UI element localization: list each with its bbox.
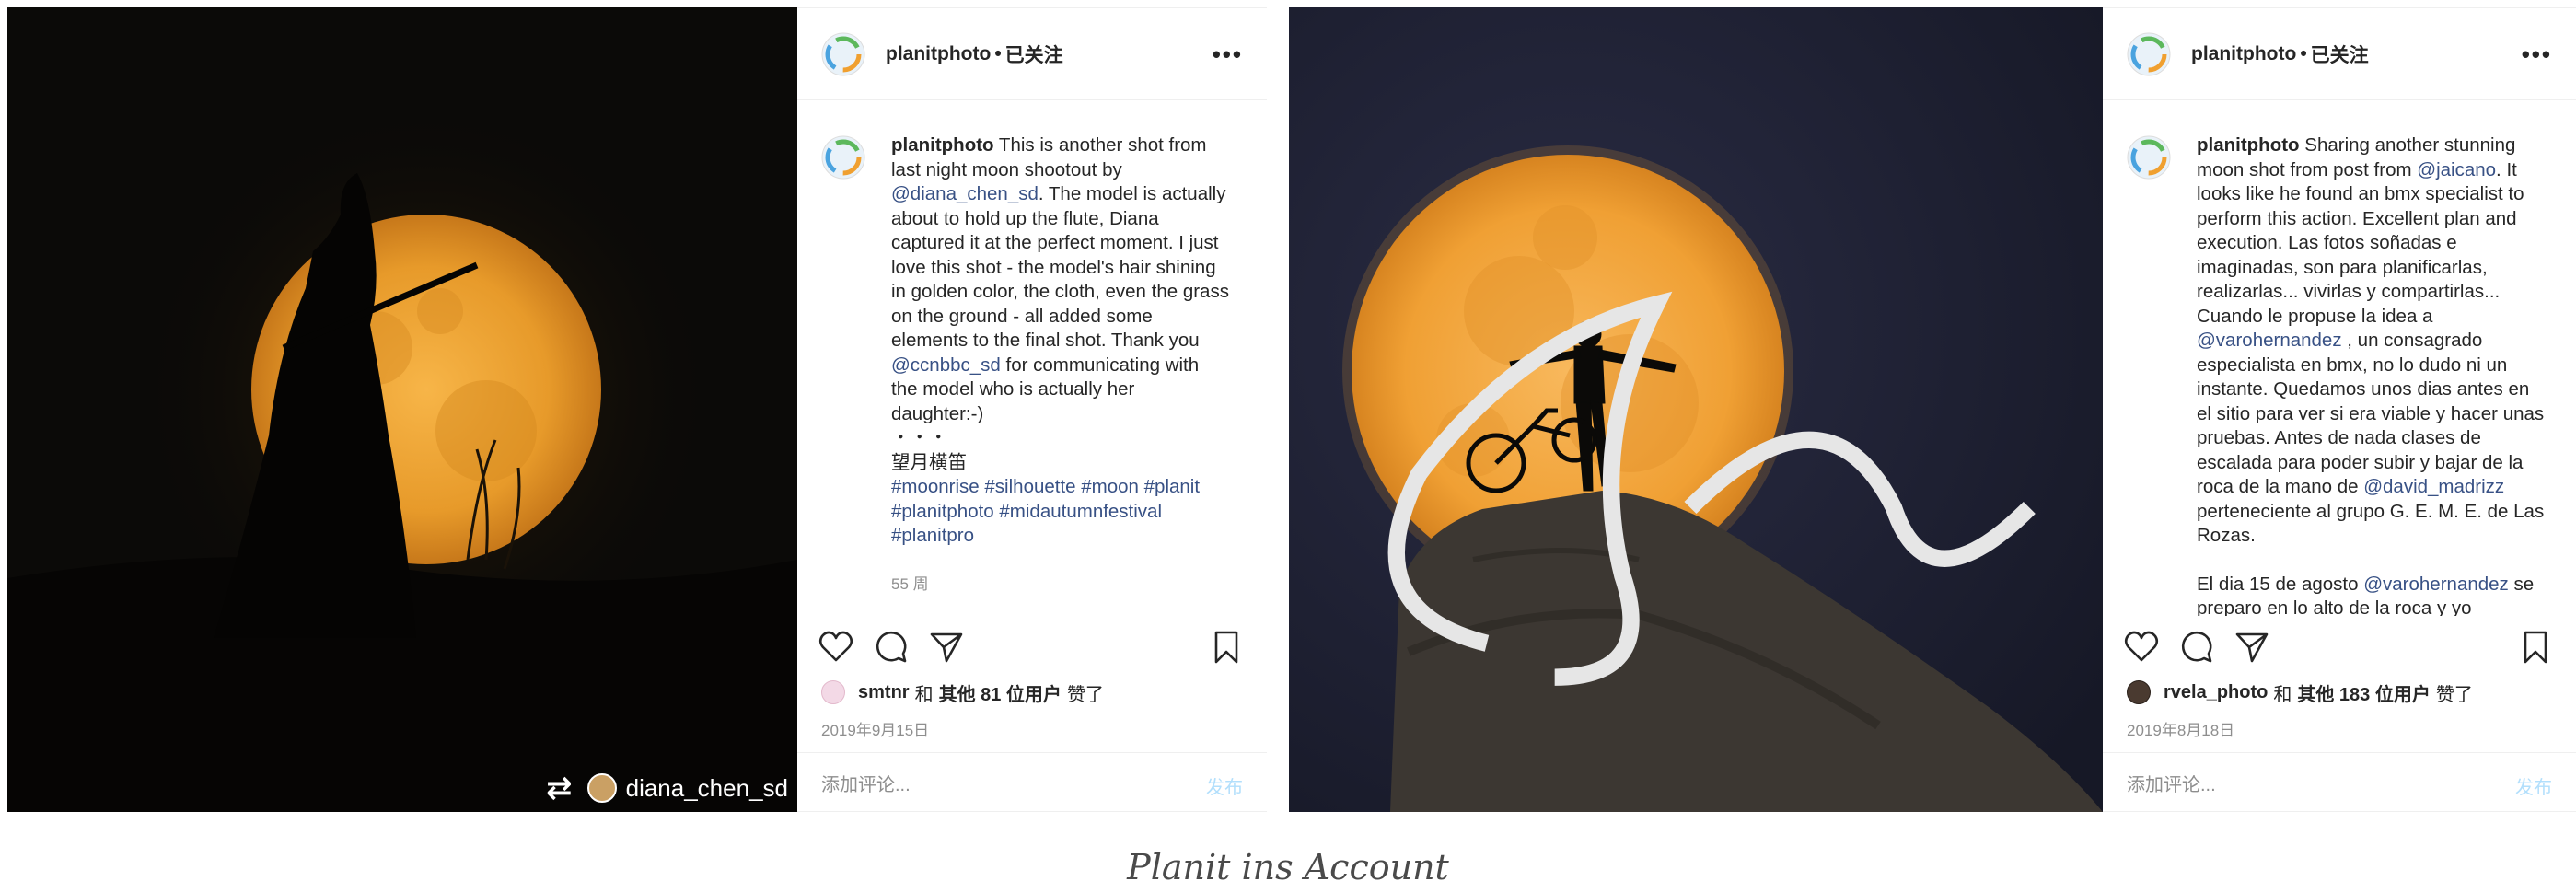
repost-credit: ⇄ diana_chen_sd	[546, 770, 788, 806]
like-heart-icon[interactable]	[818, 629, 854, 666]
liker-username[interactable]: smtnr	[858, 682, 910, 703]
hashtag-links[interactable]: #moonrise #silhouette #moon #planit #pla…	[891, 475, 1230, 549]
liker-avatar[interactable]	[2127, 680, 2151, 704]
liker-avatar[interactable]	[821, 680, 845, 704]
post2-photo[interactable]	[1289, 7, 2103, 812]
header-username[interactable]: planitphoto	[2191, 43, 2296, 65]
likes-verb: 赞了	[2435, 684, 2473, 705]
photographer-signature-watermark	[1387, 291, 2036, 686]
figure-caption: Planit ins Account	[1127, 847, 1449, 887]
moon-silhouette-image	[7, 7, 797, 812]
post2-comment-bar: 发布	[2103, 752, 2576, 818]
planit-avatar-icon[interactable]	[2127, 135, 2171, 180]
post-comment-button[interactable]: 发布	[1206, 772, 1243, 799]
repost-username: diana_chen_sd	[625, 773, 788, 802]
caption-username[interactable]: planitphoto	[2197, 134, 2300, 156]
share-paper-plane-icon[interactable]	[928, 629, 965, 666]
post2-header: planitphoto • 已关注 •••	[2103, 8, 2576, 100]
post-date: 2019年9月15日	[821, 722, 930, 739]
caption-segment: El dia 15 de agosto	[2197, 573, 2364, 595]
bookmark-icon[interactable]	[2517, 629, 2554, 666]
likes-conjunction: 和	[914, 684, 934, 705]
mention-link[interactable]: @diana_chen_sd	[891, 183, 1039, 204]
likes-others-count[interactable]: 其他 183 位用户	[2297, 679, 2430, 706]
caption-text: planitphoto Sharing another stunning moo…	[2197, 133, 2545, 616]
more-options-icon[interactable]: •••	[2522, 42, 2552, 66]
post1-header: planitphoto • 已关注 •••	[797, 8, 1267, 100]
comment-bubble-icon[interactable]	[873, 629, 910, 666]
follow-status-button[interactable]: 已关注	[2311, 41, 2369, 68]
planit-avatar-icon[interactable]	[821, 135, 865, 180]
share-paper-plane-icon[interactable]	[2234, 629, 2270, 666]
likes-others-count[interactable]: 其他 81 位用户	[939, 679, 1062, 706]
post-comment-button[interactable]: 发布	[2515, 772, 2552, 799]
comment-input[interactable]	[821, 775, 1197, 796]
follow-status-button[interactable]: 已关注	[1005, 41, 1063, 68]
mention-link[interactable]: @varohernandez	[2363, 574, 2509, 595]
post2-details-panel: planitphoto • 已关注 ••• planitphoto Sharin…	[2103, 7, 2576, 812]
planit-avatar-icon[interactable]	[2127, 32, 2171, 76]
post1-comment-bar: 发布	[797, 752, 1267, 818]
comment-input[interactable]	[2127, 775, 2506, 796]
caption-segment: . The model is actually about to hold up…	[891, 183, 1229, 351]
mention-link[interactable]: @varohernandez	[2197, 330, 2342, 351]
likes-conjunction: 和	[2273, 684, 2292, 705]
planit-avatar-icon[interactable]	[821, 32, 865, 76]
caption-text: planitphoto This is another shot from la…	[891, 133, 1230, 549]
header-separator: •	[994, 42, 1002, 64]
header-username[interactable]: planitphoto	[886, 43, 991, 65]
post-date: 2019年8月18日	[2127, 722, 2235, 739]
post1-photo[interactable]: ⇄ diana_chen_sd	[7, 7, 797, 812]
post1-action-bar	[818, 625, 1245, 669]
mention-link[interactable]: @david_madrizz	[2363, 476, 2504, 497]
repost-avatar	[586, 773, 617, 803]
post2-caption-area: planitphoto Sharing another stunning moo…	[2103, 100, 2576, 616]
header-separator: •	[2300, 42, 2307, 64]
caption-dots: ・・・	[891, 427, 948, 448]
mention-link[interactable]: @jaicano	[2417, 159, 2496, 180]
comment-bubble-icon[interactable]	[2178, 629, 2215, 666]
repost-icon: ⇄	[546, 771, 573, 806]
liker-username[interactable]: rvela_photo	[2164, 682, 2268, 703]
post2-likes: rvela_photo 和 其他 183 位用户 赞了	[2127, 678, 2558, 706]
post2-action-bar	[2123, 625, 2554, 669]
like-heart-icon[interactable]	[2123, 629, 2160, 666]
caption-chinese-title: 望月横笛	[891, 451, 967, 473]
post1-caption-area: planitphoto This is another shot from la…	[797, 100, 1267, 616]
post1-likes: smtnr 和 其他 81 位用户 赞了	[821, 678, 1248, 706]
mention-link[interactable]: @ccnbbc_sd	[891, 354, 1001, 376]
post1-details-panel: planitphoto • 已关注 ••• planitphoto This i…	[797, 7, 1267, 812]
caption-segment: perteneciente al grupo G. E. M. E. de La…	[2197, 500, 2545, 547]
caption-segment: , un consagrado especialista en bmx, no …	[2197, 330, 2545, 497]
caption-segment: . It looks like he found an bmx speciali…	[2197, 158, 2524, 327]
time-ago: 55 周	[891, 574, 929, 593]
bookmark-icon[interactable]	[1208, 629, 1245, 666]
more-options-icon[interactable]: •••	[1213, 42, 1243, 66]
likes-verb: 赞了	[1066, 684, 1104, 705]
caption-username[interactable]: planitphoto	[891, 134, 994, 156]
